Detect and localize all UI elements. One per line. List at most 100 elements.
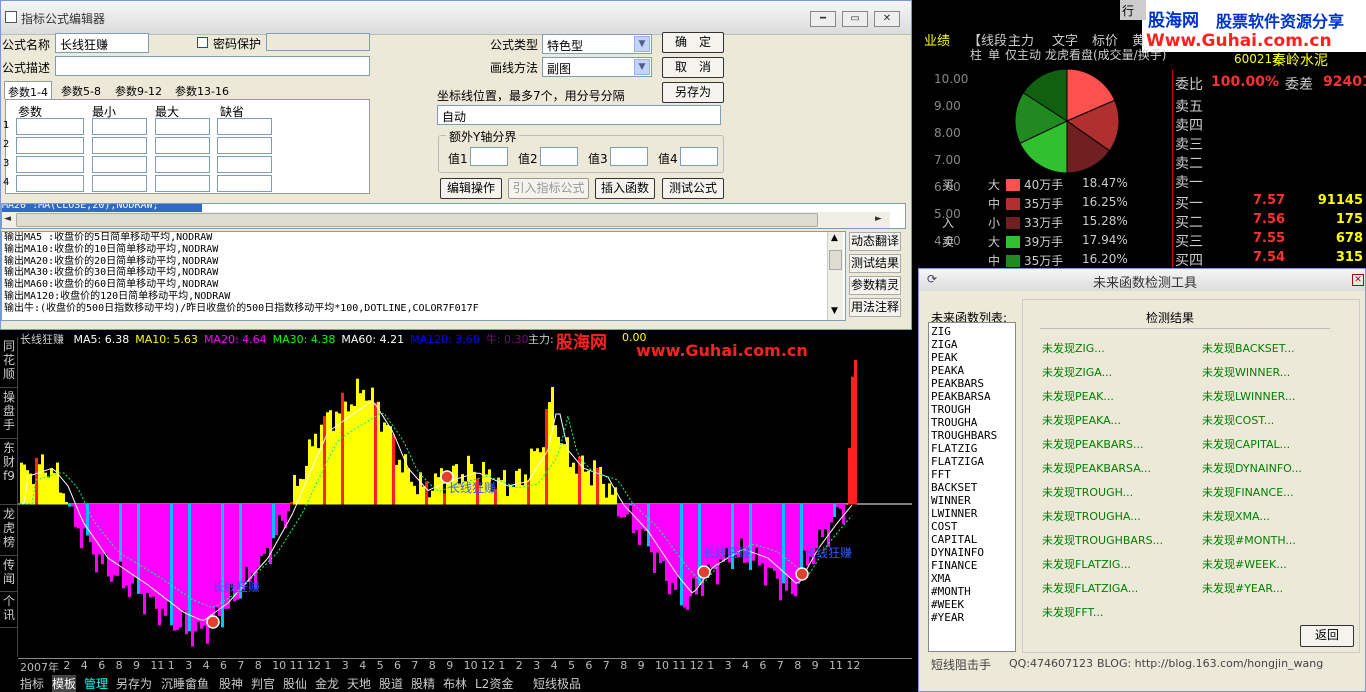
save-as-button[interactable]: 另存为: [662, 82, 724, 103]
yval-input[interactable]: [540, 147, 578, 166]
future-function-item[interactable]: TROUGHA: [931, 416, 1013, 429]
bottom-tab[interactable]: 模板: [52, 675, 77, 692]
param-cell[interactable]: [217, 156, 272, 173]
future-function-item[interactable]: COST: [931, 520, 1013, 533]
future-function-item[interactable]: ZIGA: [931, 338, 1013, 351]
future-function-item[interactable]: ZIG: [931, 325, 1013, 338]
scroll-right-icon[interactable]: ►: [875, 214, 882, 224]
future-function-item[interactable]: #MONTH: [931, 585, 1013, 598]
future-function-item[interactable]: PEAKA: [931, 364, 1013, 377]
side-tab[interactable]: 传闻: [0, 558, 18, 592]
bottom-tab[interactable]: 股仙: [283, 675, 307, 692]
bottom-tab[interactable]: 金龙: [315, 675, 339, 692]
future-function-item[interactable]: TROUGHBARS: [931, 429, 1013, 442]
draw-method-select[interactable]: 副图 ▼: [542, 57, 652, 77]
side-tab[interactable]: 操盘手: [0, 390, 18, 439]
future-function-item[interactable]: WINNER: [931, 494, 1013, 507]
side-tab[interactable]: 同花顺: [0, 339, 18, 388]
side-tab[interactable]: 龙虎榜: [0, 507, 18, 556]
close-icon[interactable]: ✕: [874, 11, 900, 27]
yval-input[interactable]: [610, 147, 648, 166]
insert-function-button[interactable]: 插入函数: [595, 178, 655, 199]
bottom-tab[interactable]: 股道: [379, 675, 403, 692]
back-button[interactable]: 返回: [1300, 625, 1354, 647]
maximize-icon[interactable]: ▭: [842, 11, 868, 27]
future-titlebar[interactable]: ⟳ 未来函数检测工具 ✕: [919, 269, 1365, 291]
param-cell[interactable]: [155, 175, 210, 192]
bottom-tab[interactable]: 判官: [251, 675, 275, 692]
future-function-item[interactable]: PEAKBARSA: [931, 390, 1013, 403]
future-function-item[interactable]: TROUGH: [931, 403, 1013, 416]
quote-menu-item[interactable]: 业绩: [924, 30, 950, 49]
future-function-item[interactable]: DYNAINFO: [931, 546, 1013, 559]
param-cell[interactable]: [16, 118, 84, 135]
close-icon[interactable]: ✕: [1352, 274, 1364, 286]
formula-name-input[interactable]: 长线狂赚: [55, 33, 149, 53]
param-cell[interactable]: [217, 137, 272, 154]
bottom-tab[interactable]: 天地: [347, 675, 371, 692]
code-editor[interactable]: MA20 :MA(CLOSE,20),NODRAW; ◄ ►: [1, 203, 906, 229]
bottom-tab[interactable]: 股精: [411, 675, 435, 692]
ok-button[interactable]: 确 定: [662, 32, 724, 53]
future-function-item[interactable]: XMA: [931, 572, 1013, 585]
future-function-item[interactable]: FFT: [931, 468, 1013, 481]
param-cell[interactable]: [217, 175, 272, 192]
yval-input[interactable]: [680, 147, 718, 166]
future-function-item[interactable]: FLATZIG: [931, 442, 1013, 455]
tab-params-13-16[interactable]: 参数13-16: [172, 81, 232, 99]
indicator-chart[interactable]: [0, 330, 912, 674]
bottom-tab[interactable]: 指标: [20, 675, 44, 692]
tab-params-5-8[interactable]: 参数5-8: [58, 81, 104, 99]
cancel-button[interactable]: 取 消: [662, 57, 724, 78]
bottom-tab[interactable]: 另存为: [116, 675, 152, 692]
future-function-item[interactable]: LWINNER: [931, 507, 1013, 520]
editor-titlebar[interactable]: 指标公式编辑器 ━ ▭ ✕: [1, 1, 911, 35]
future-function-item[interactable]: FLATZIGA: [931, 455, 1013, 468]
side-button[interactable]: 用法注释: [849, 298, 901, 317]
side-tab[interactable]: 个讯: [0, 594, 18, 628]
bottom-tab[interactable]: 布林: [443, 675, 467, 692]
future-function-item[interactable]: PEAK: [931, 351, 1013, 364]
edit-op-button[interactable]: 编辑操作: [440, 178, 502, 199]
minimize-icon[interactable]: ━: [810, 11, 836, 27]
password-checkbox[interactable]: [197, 37, 208, 48]
param-cell[interactable]: [155, 137, 210, 154]
tab-quotes[interactable]: 行情: [1120, 0, 1146, 35]
vertical-scrollbar[interactable]: ▲ ▼: [827, 232, 843, 320]
param-cell[interactable]: [92, 175, 147, 192]
param-cell[interactable]: [92, 118, 147, 135]
param-cell[interactable]: [16, 137, 84, 154]
import-indicator-button[interactable]: 引入指标公式: [508, 178, 589, 199]
bottom-tab[interactable]: 沉睡畲鱼: [161, 675, 209, 692]
bottom-tab[interactable]: L2资金: [475, 675, 513, 692]
scroll-left-icon[interactable]: ◄: [4, 214, 11, 224]
future-function-list[interactable]: ZIG ZIGA PEAK PEAKA PEAKBARS PEAKBARSA TROUGH T…: [928, 322, 1016, 652]
param-cell[interactable]: [16, 156, 84, 173]
param-cell[interactable]: [16, 175, 84, 192]
code-description[interactable]: 输出MA5 :收盘价的5日简单移动平均,NODRAW 输出MA10:收盘价的10日…: [1, 231, 846, 321]
tab-params-9-12[interactable]: 参数9-12: [112, 81, 165, 99]
future-function-item[interactable]: #YEAR: [931, 611, 1013, 624]
bottom-tab[interactable]: 管理: [84, 675, 108, 692]
param-cell[interactable]: [92, 156, 147, 173]
yval-input[interactable]: [470, 147, 508, 166]
password-input[interactable]: [266, 33, 370, 51]
scroll-up-icon[interactable]: ▲: [831, 233, 838, 243]
param-cell[interactable]: [217, 118, 272, 135]
side-button[interactable]: 参数精灵: [849, 276, 901, 295]
scroll-down-icon[interactable]: ▼: [831, 306, 838, 316]
test-formula-button[interactable]: 测试公式: [662, 178, 724, 199]
future-function-item[interactable]: BACKSET: [931, 481, 1013, 494]
horizontal-scrollbar[interactable]: ◄ ►: [2, 212, 890, 228]
formula-type-select[interactable]: 特色型 ▼: [542, 34, 652, 54]
side-button[interactable]: 测试结果: [849, 254, 901, 273]
formula-desc-input[interactable]: [55, 56, 370, 76]
scroll-thumb[interactable]: [16, 213, 818, 227]
bottom-tab[interactable]: 股神: [219, 675, 243, 692]
scroll-thumb-v[interactable]: [829, 250, 842, 270]
future-function-item[interactable]: #WEEK: [931, 598, 1013, 611]
future-function-item[interactable]: PEAKBARS: [931, 377, 1013, 390]
param-cell[interactable]: [92, 137, 147, 154]
future-function-item[interactable]: CAPITAL: [931, 533, 1013, 546]
param-cell[interactable]: [155, 156, 210, 173]
